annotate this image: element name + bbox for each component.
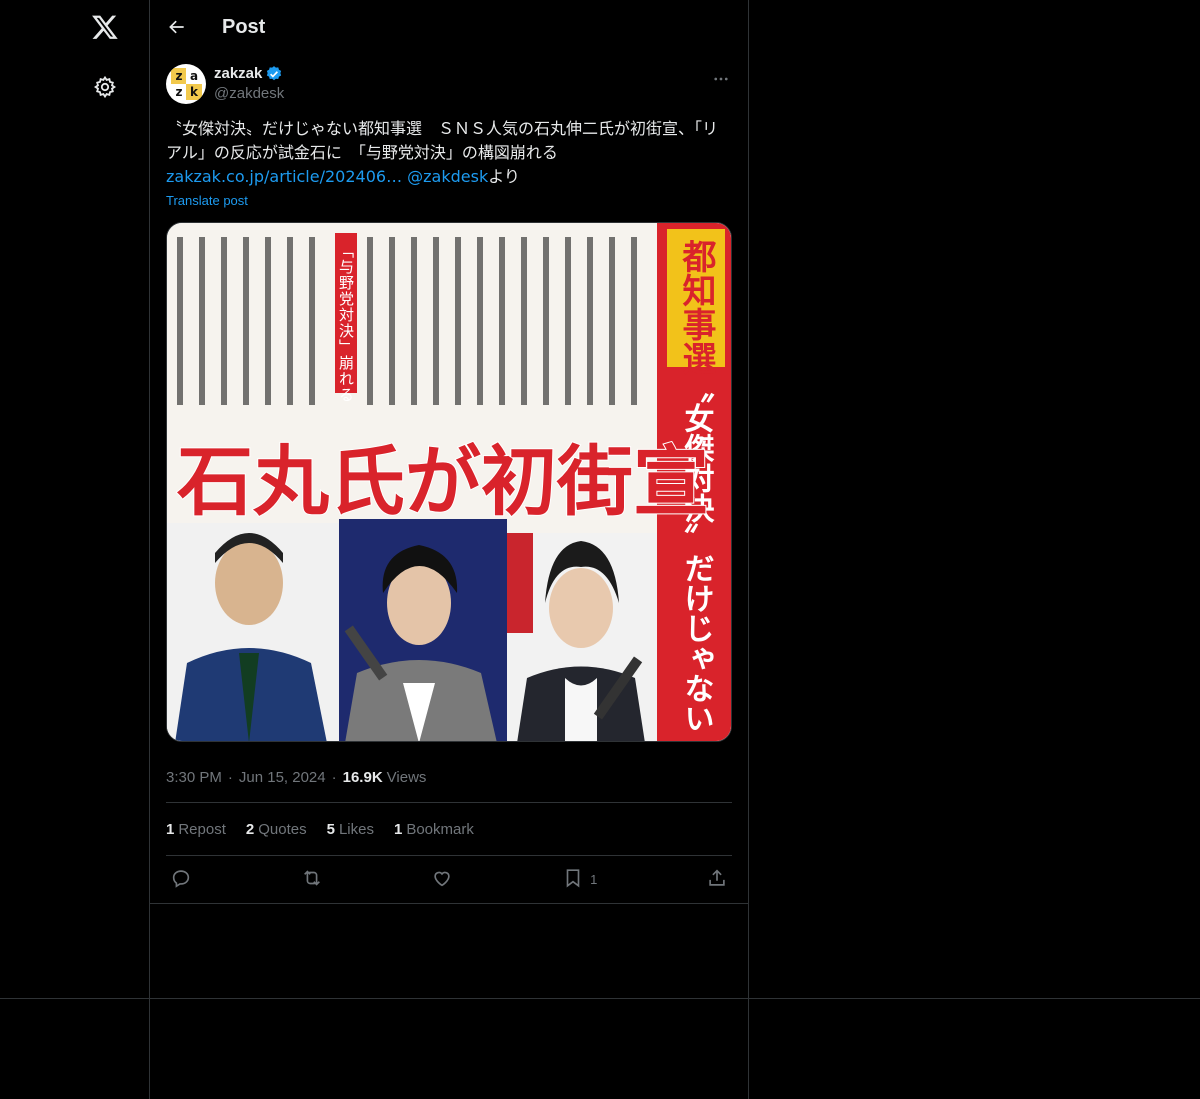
repost-button[interactable]	[301, 867, 323, 892]
image-side-headline: 〝女傑対決〟だけじゃない	[679, 373, 716, 733]
translate-link[interactable]: Translate post	[166, 193, 248, 208]
bottom-divider	[0, 998, 1200, 999]
stat-bookmarks[interactable]: 1 Bookmark	[394, 821, 474, 838]
tweet-link[interactable]: zakzak.co.jp/article/202406…	[166, 167, 402, 186]
image-inset-label: 「与野党対決」崩れる	[337, 243, 355, 403]
meta-separator: ·	[227, 768, 233, 786]
tweet-text: 〝女傑対決〟だけじゃない都知事選 ＳＮＳ人気の石丸伸二氏が初街宣、「リアル」の反…	[166, 117, 732, 189]
author-display-name[interactable]: zakzak	[214, 64, 262, 84]
left-nav	[0, 0, 150, 1099]
back-arrow-icon[interactable]	[166, 16, 188, 38]
author-names: zakzak @zakdesk	[214, 64, 284, 104]
reply-button[interactable]	[170, 867, 192, 892]
like-icon	[431, 867, 453, 892]
page-title: Post	[222, 15, 266, 38]
tweet-suffix: より	[488, 167, 520, 186]
author-handle[interactable]: @zakdesk	[214, 84, 284, 104]
bookmark-icon	[562, 867, 584, 892]
image-headline: 石丸氏が初街宣	[177, 437, 709, 526]
more-icon[interactable]	[710, 68, 732, 90]
reply-icon	[170, 867, 192, 892]
author-display-name-row[interactable]: zakzak	[214, 64, 284, 84]
tweet-body: 〝女傑対決〟だけじゃない都知事選 ＳＮＳ人気の石丸伸二氏が初街宣、「リアル」の反…	[166, 119, 719, 162]
x-logo-icon[interactable]	[88, 10, 122, 44]
engagement-stats: 1 Repost 2 Quotes 5 Likes 1 Bookmark	[166, 802, 732, 856]
views-count: 16.9K	[342, 768, 383, 786]
repost-icon	[301, 867, 323, 892]
main-column: Post z a z k zakzak @zakdesk 〝女傑対決〟だけじゃな…	[150, 0, 749, 1099]
tweet-author: z a z k zakzak @zakdesk	[166, 54, 732, 104]
image-corner-label: 都知事選	[676, 239, 717, 375]
action-bar: 1	[150, 856, 748, 904]
gear-icon[interactable]	[90, 72, 120, 102]
stat-likes[interactable]: 5 Likes	[327, 821, 374, 838]
stat-reposts-count: 1	[166, 820, 175, 838]
stat-reposts[interactable]: 1 Repost	[166, 821, 226, 838]
share-button[interactable]	[706, 867, 728, 892]
stat-bookmarks-label: Bookmark	[406, 820, 474, 838]
stat-reposts-label: Repost	[178, 820, 226, 838]
stat-bookmarks-count: 1	[393, 820, 403, 838]
like-button[interactable]	[431, 867, 453, 892]
tweet-mention[interactable]: @zakdesk	[407, 167, 488, 186]
tweet-meta: 3:30 PM · Jun 15, 2024 · 16.9K Views	[166, 762, 732, 792]
share-icon	[706, 867, 728, 892]
app-root: Post z a z k zakzak @zakdesk 〝女傑対決〟だけじゃな…	[0, 0, 1200, 1099]
tweet-time[interactable]: 3:30 PM	[166, 769, 222, 786]
views-label: Views	[386, 768, 427, 786]
stat-likes-count: 5	[326, 820, 335, 838]
tweet-image[interactable]: 「与野党対決」崩れる 都知事選 〝女傑対決〟だけじゃない 石丸氏が初街宣	[166, 222, 732, 742]
stat-likes-label: Likes	[338, 820, 374, 838]
tweet-date[interactable]: Jun 15, 2024	[239, 769, 326, 786]
avatar[interactable]: z a z k	[166, 64, 206, 104]
page-header: Post	[150, 0, 748, 54]
stat-quotes-label: Quotes	[258, 820, 307, 838]
meta-separator: ·	[331, 768, 337, 786]
tweet: z a z k zakzak @zakdesk 〝女傑対決〟だけじゃない都知事選…	[150, 54, 748, 904]
stat-quotes[interactable]: 2 Quotes	[246, 821, 307, 838]
bookmark-button[interactable]: 1	[562, 867, 597, 892]
stat-quotes-count: 2	[245, 820, 255, 838]
bookmark-count: 1	[590, 872, 598, 887]
verified-badge-icon	[265, 65, 283, 83]
